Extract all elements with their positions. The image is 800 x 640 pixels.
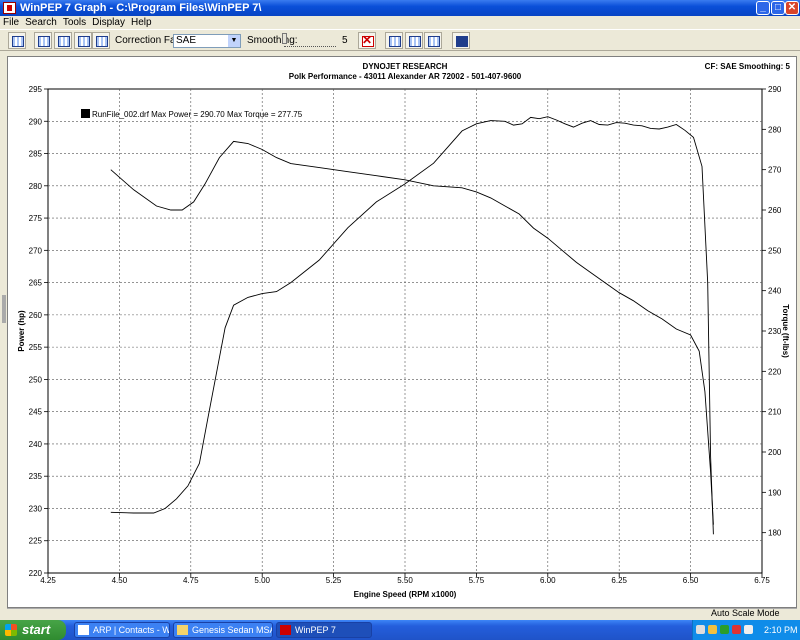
y-tick-label-left: 280	[29, 182, 43, 191]
y-tick-label-right: 200	[768, 448, 782, 457]
y-tick-label-right: 220	[768, 367, 782, 376]
y-tick-label-right: 290	[768, 85, 782, 94]
y-tick-label-left: 295	[29, 85, 43, 94]
x-tick-label: 4.25	[40, 576, 56, 585]
header-subtitle: Polk Performance - 43011 Alexander AR 72…	[289, 72, 522, 81]
y-tick-label-right: 190	[768, 488, 782, 497]
clock: 2:10 PM	[764, 625, 798, 635]
browser-icon	[78, 625, 89, 635]
y-tick-label-right: 250	[768, 246, 782, 255]
y-tick-label-left: 240	[29, 440, 43, 449]
y-tick-label-left: 255	[29, 343, 43, 352]
x-tick-label: 4.50	[112, 576, 128, 585]
tray-security-icon[interactable]	[708, 625, 717, 634]
header-settings: CF: SAE Smoothing: 5	[705, 62, 791, 71]
legend-text: RunFile_002.drf Max Power = 290.70 Max T…	[92, 110, 303, 119]
tray-volume-icon[interactable]	[744, 625, 753, 634]
taskbar-item-genesis[interactable]: Genesis Sedan MSA	[173, 622, 273, 638]
x-axis: 4.25 4.50 4.75 5.00 5.25 5.50 5.75 6.00 6.25 6.50…	[40, 573, 770, 585]
y-axis-left-title: Power (hp)	[17, 310, 26, 352]
y-tick-label-right: 280	[768, 125, 782, 134]
taskbar: start ARP | Contacts - Win... Genesis Se…	[0, 620, 800, 640]
winpep-window: WinPEP 7 Graph - C:\Program Files\WinPEP…	[0, 0, 800, 620]
x-axis-title: Engine Speed (RPM x1000)	[354, 590, 457, 599]
y-tick-label-left: 220	[29, 569, 43, 578]
tray-alert-icon[interactable]	[732, 625, 741, 634]
winpep-app-icon	[280, 625, 291, 635]
y-tick-label-right: 240	[768, 287, 782, 296]
taskbar-item-label: Genesis Sedan MSA	[192, 625, 273, 635]
x-tick-label: 5.50	[397, 576, 413, 585]
x-tick-label: 6.75	[754, 576, 770, 585]
x-tick-label: 5.25	[326, 576, 342, 585]
y-tick-label-left: 270	[29, 246, 43, 255]
x-tick-label: 6.50	[683, 576, 699, 585]
y-tick-label-left: 260	[29, 311, 43, 320]
y-tick-label-right: 270	[768, 166, 782, 175]
windows-flag-icon	[5, 624, 17, 636]
y-tick-label-right: 210	[768, 408, 782, 417]
taskbar-item-label: ARP | Contacts - Win...	[93, 625, 170, 635]
y-tick-label-left: 225	[29, 537, 43, 546]
folder-icon	[177, 625, 188, 635]
x-tick-label: 6.25	[611, 576, 627, 585]
x-tick-label: 4.75	[183, 576, 199, 585]
legend-swatch	[81, 109, 90, 118]
x-tick-label: 5.00	[254, 576, 270, 585]
y-tick-label-left: 235	[29, 472, 43, 481]
y-tick-label-left: 230	[29, 504, 43, 513]
system-tray: 2:10 PM	[692, 620, 800, 640]
taskbar-item-label: WinPEP 7	[295, 625, 336, 635]
y-tick-label-left: 275	[29, 214, 43, 223]
status-mode: Auto Scale Mode	[711, 608, 780, 618]
y-tick-label-left: 290	[29, 117, 43, 126]
y-tick-label-left: 245	[29, 408, 43, 417]
y-tick-label-right: 230	[768, 327, 782, 336]
header-title: DYNOJET RESEARCH	[363, 62, 448, 71]
y-tick-label-left: 285	[29, 150, 43, 159]
y-tick-label-left: 265	[29, 279, 43, 288]
taskbar-item-contacts[interactable]: ARP | Contacts - Win...	[74, 622, 170, 638]
x-tick-label: 5.75	[469, 576, 485, 585]
taskbar-item-winpep[interactable]: WinPEP 7	[276, 622, 372, 638]
y-axis-right-title: Torque (ft-lbs)	[781, 304, 790, 358]
start-label: start	[22, 622, 51, 637]
start-button[interactable]: start	[0, 620, 66, 640]
y-axis-left: 220 225 230 235 240 245 250 255 260 265 270 275 280 2…	[29, 85, 48, 578]
y-tick-label-right: 260	[768, 206, 782, 215]
horizontal-scrollbar[interactable]	[7, 608, 797, 619]
y-tick-label-right: 180	[768, 529, 782, 538]
x-tick-label: 6.00	[540, 576, 556, 585]
tray-update-icon[interactable]	[720, 625, 729, 634]
y-tick-label-left: 250	[29, 375, 43, 384]
dyno-chart: DYNOJET RESEARCH Polk Performance - 4301…	[17, 62, 791, 599]
tray-network-icon[interactable]	[696, 625, 705, 634]
y-axis-right: 180 190 200 210 220 230 240 250 260 270 280 290	[762, 85, 782, 538]
